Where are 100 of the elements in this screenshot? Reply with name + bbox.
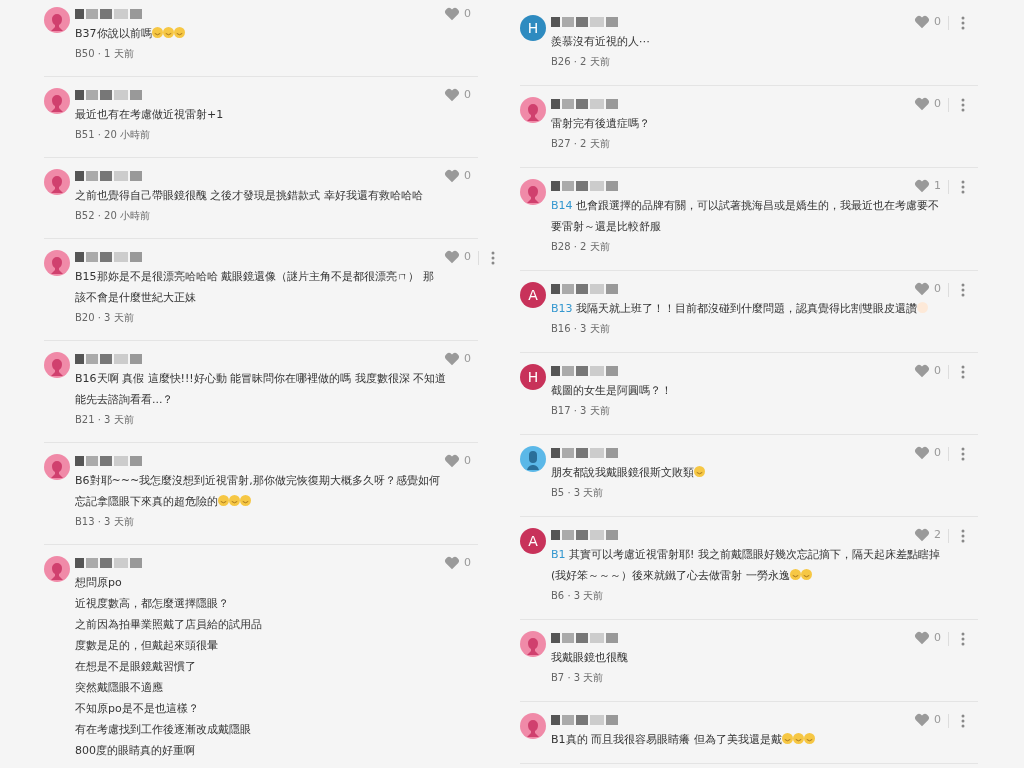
comment-text: B16天啊 真假 這麼快!!!好心動 能冒昧問你在哪裡做的嗎 我度數很深 不知道 (75, 371, 448, 387)
more-menu-icon[interactable] (961, 16, 965, 30)
avatar-silhouette-icon (520, 631, 546, 657)
emoji-icon (781, 733, 793, 744)
comment-text: B1 其實可以考慮近視雷射耶! 我之前戴隱眼好幾次忘記摘下，隔天起床差點瞎掉 (551, 547, 941, 563)
comment-meta: B17 · 3 天前 (551, 404, 611, 418)
blurred-name-drawing (75, 251, 145, 263)
avatar-silhouette-icon (520, 97, 546, 123)
blurred-name-drawing (75, 8, 145, 20)
comment-meta: B20 · 3 天前 (75, 311, 135, 325)
comment-text: 該不會是什麼世紀大正妹 (75, 290, 197, 306)
avatar-letter: A (520, 528, 546, 554)
comment-text: 突然戴隱眼不適應 (75, 680, 164, 696)
comment-meta: B13 · 3 天前 (75, 515, 135, 529)
heart-icon[interactable] (444, 7, 460, 21)
comment-text: 我戴眼鏡也很醜 (551, 650, 629, 666)
more-menu-icon[interactable] (961, 180, 965, 194)
avatar-silhouette-icon (44, 7, 70, 33)
blurred-name-drawing (551, 529, 621, 541)
blurred-name-drawing (551, 16, 621, 28)
like-count: 0 (464, 248, 472, 265)
avatar-silhouette-icon (520, 446, 546, 472)
heart-icon[interactable] (914, 364, 930, 378)
comment-text: 之前也覺得自己帶眼鏡很醜 之後才發現是挑錯款式 幸好我還有救哈哈哈 (75, 188, 424, 204)
heart-icon[interactable] (444, 88, 460, 102)
heart-icon[interactable] (914, 282, 930, 296)
comment-text: B1真的 而且我很容易眼睛癢 但為了美我還是戴 (551, 729, 948, 750)
heart-icon[interactable] (914, 713, 930, 727)
comment-text: 近視度數高，都怎麼選擇隱眼？ (75, 596, 230, 612)
emoji-icon (792, 733, 804, 744)
avatar-silhouette-icon (520, 713, 546, 739)
heart-icon[interactable] (914, 97, 930, 111)
comment-text: 最近也有在考慮做近視雷射+1 (75, 107, 225, 123)
like-count: 0 (934, 711, 942, 728)
comment-meta: B5 · 3 天前 (551, 486, 605, 500)
like-count: 0 (464, 5, 472, 22)
emoji-icon (218, 495, 229, 506)
blurred-name-drawing (75, 557, 145, 569)
heart-icon[interactable] (914, 446, 930, 460)
reply-link[interactable]: B13 (551, 302, 577, 315)
like-count: 0 (464, 554, 472, 571)
comment-text: 800度的眼睛真的好重啊 (75, 743, 196, 759)
avatar-silhouette-icon (44, 88, 70, 114)
avatar-letter: H (520, 364, 546, 390)
heart-icon[interactable] (914, 179, 930, 193)
emoji-icon (917, 302, 929, 313)
comment-text: 朋友都說我戴眼鏡很斯文敗類 (551, 462, 948, 483)
comment-text: B13 我隔天就上班了！！目前都沒碰到什麼問題，認真覺得比割雙眼皮還讚 (551, 298, 948, 319)
like-count: 0 (464, 86, 472, 103)
comment-text: 截圖的女生是阿圓嗎？！ (551, 383, 673, 399)
comment-text: B37你說以前嗎 (75, 23, 478, 44)
more-menu-icon[interactable] (961, 447, 965, 461)
heart-icon[interactable] (914, 631, 930, 645)
more-menu-icon[interactable] (961, 529, 965, 543)
heart-icon[interactable] (914, 15, 930, 29)
emoji-icon (800, 569, 812, 580)
avatar-silhouette-icon (44, 169, 70, 195)
heart-icon[interactable] (444, 454, 460, 468)
more-menu-icon[interactable] (961, 714, 965, 728)
emoji-icon (162, 27, 174, 38)
comment-text: 羨慕沒有近視的人⋯ (551, 34, 651, 50)
more-menu-icon[interactable] (961, 365, 965, 379)
comment-text: 忘記拿隱眼下來真的超危險的 (75, 491, 478, 512)
more-menu-icon[interactable] (961, 632, 965, 646)
like-count: 1 (934, 177, 942, 194)
heart-icon[interactable] (444, 250, 460, 264)
comment-meta: B6 · 3 天前 (551, 589, 605, 603)
more-menu-icon[interactable] (961, 283, 965, 297)
heart-icon[interactable] (444, 352, 460, 366)
comment-text: 在想是不是眼鏡戴習慣了 (75, 659, 197, 675)
comment-text: (我好笨～～～）後來就鐵了心去做雷射 一勞永逸 (551, 565, 948, 586)
emoji-icon (789, 569, 801, 580)
like-count: 0 (934, 444, 942, 461)
like-count: 0 (934, 13, 942, 30)
more-menu-icon[interactable] (961, 98, 965, 112)
blurred-name-drawing (75, 455, 145, 467)
more-menu-icon[interactable] (491, 251, 495, 265)
reply-link[interactable]: B14 (551, 199, 577, 212)
like-count: 0 (464, 167, 472, 184)
heart-icon[interactable] (444, 556, 460, 570)
heart-icon[interactable] (444, 169, 460, 183)
emoji-icon (240, 495, 251, 506)
avatar-silhouette-icon (44, 250, 70, 276)
comment-meta: B52 · 20 小時前 (75, 209, 152, 223)
blurred-name-drawing (551, 365, 621, 377)
blurred-name-drawing (551, 447, 621, 459)
comment-text: 之前因為拍畢業照戴了店員給的試用品 (75, 617, 263, 633)
comment-meta: B16 · 3 天前 (551, 322, 611, 336)
blurred-name-drawing (551, 180, 621, 192)
comment-meta: B21 · 3 天前 (75, 413, 135, 427)
comment-text: 度數是足的，但戴起來頭很暈 (75, 638, 219, 654)
like-count: 0 (934, 280, 942, 297)
avatar-letter: A (520, 282, 546, 308)
reply-link[interactable]: B1 (551, 548, 570, 561)
blurred-name-drawing (75, 89, 145, 101)
like-count: 2 (934, 526, 942, 543)
heart-icon[interactable] (914, 528, 930, 542)
like-count: 0 (934, 362, 942, 379)
like-count: 0 (934, 629, 942, 646)
comment-text: 不知原po是不是也這樣？ (75, 701, 200, 717)
